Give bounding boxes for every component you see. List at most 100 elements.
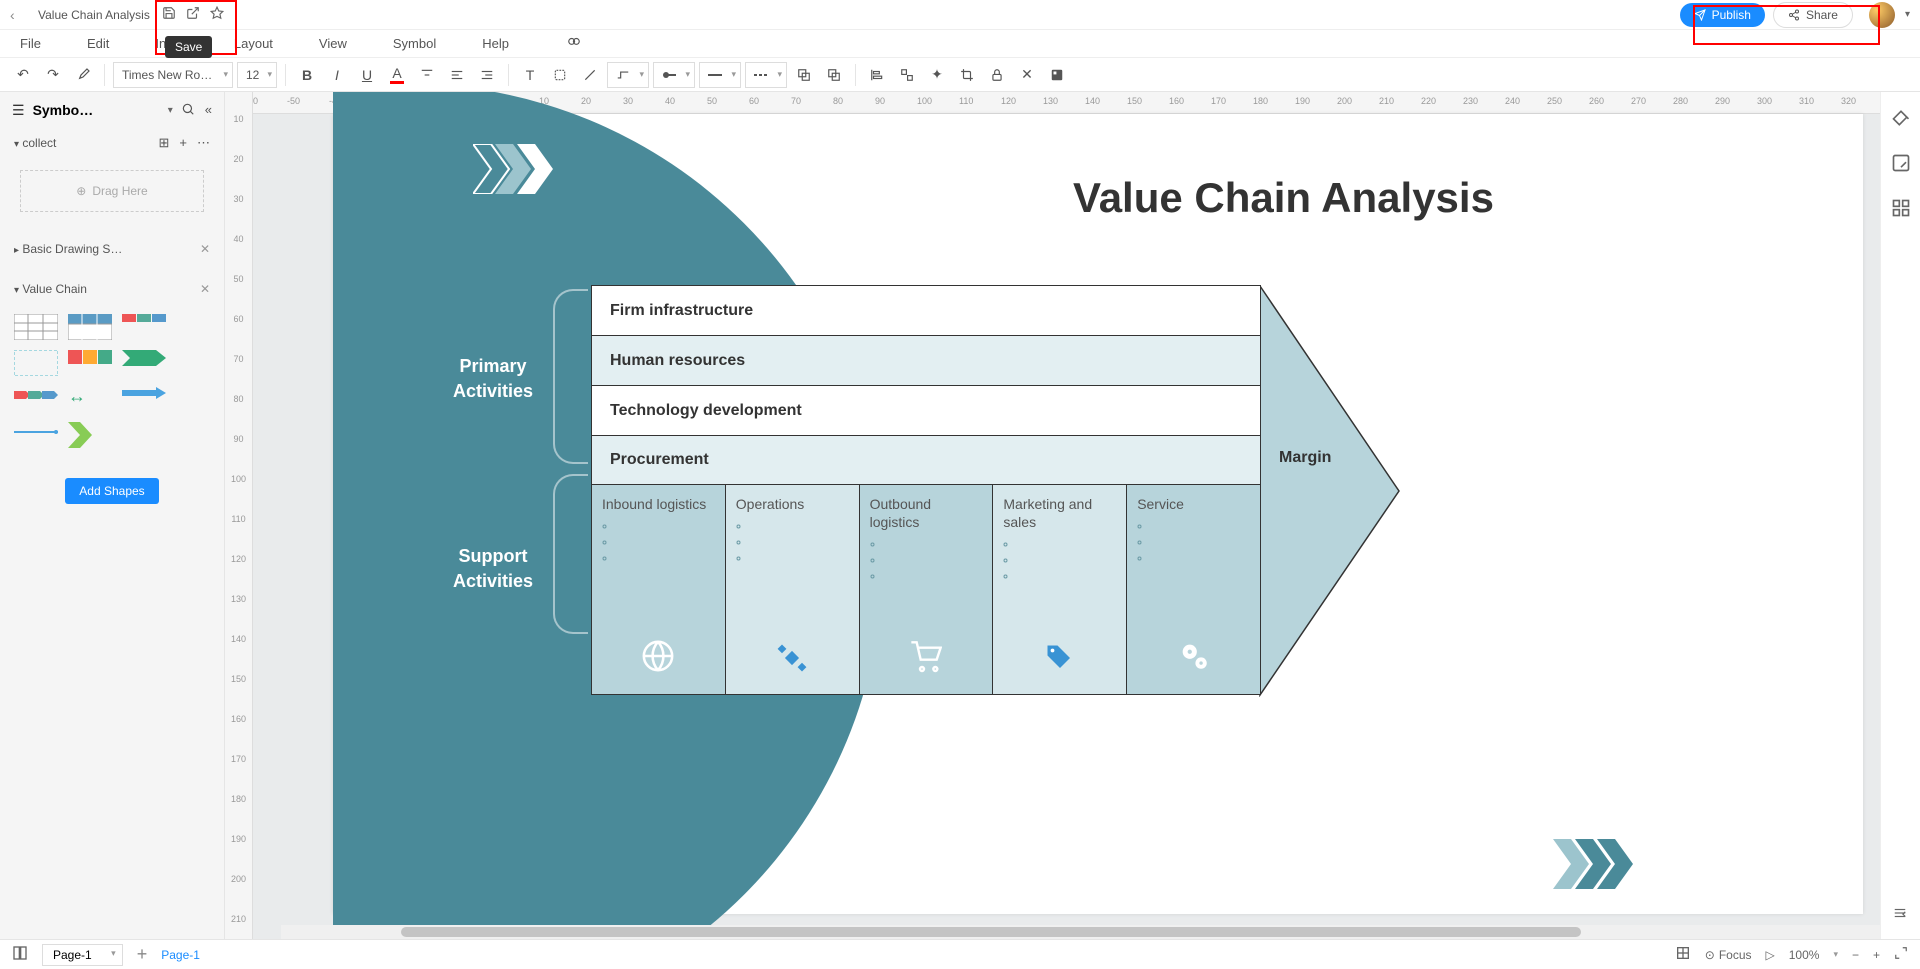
fill-panel-icon[interactable] [1891, 108, 1911, 133]
font-color-button[interactable]: A [384, 62, 410, 88]
plus-circle-icon: ⊕ [76, 184, 86, 198]
title-bar: ‹ Value Chain Analysis Publish Share ▾ [0, 0, 1920, 30]
col-operations-title: Operations [736, 495, 849, 513]
status-bar: Page-1 + Page-1 ⊙Focus ▷ 100% ▾ − + [0, 939, 1920, 969]
shape-arrow-1[interactable]: ↔ [68, 386, 112, 412]
menu-edit[interactable]: Edit [87, 36, 109, 51]
shape-table-4[interactable] [14, 350, 58, 376]
group-button[interactable] [894, 62, 920, 88]
menu-layout[interactable]: Layout [234, 36, 273, 51]
sidebar-collapse-icon[interactable]: « [205, 102, 212, 119]
font-select[interactable]: Times New Ro… [113, 62, 233, 88]
collect-label: collect [22, 136, 56, 150]
shape-table-1[interactable] [14, 314, 58, 340]
italic-button[interactable]: I [324, 62, 350, 88]
line-tool-button[interactable] [577, 62, 603, 88]
user-menu-caret[interactable]: ▾ [1905, 9, 1910, 20]
publish-button[interactable]: Publish [1680, 3, 1765, 27]
shape-bar-1[interactable] [68, 350, 112, 376]
collect-grid-icon[interactable]: ⊞ [159, 135, 170, 151]
shape-chevron-2[interactable] [14, 386, 58, 412]
sidebar-section-basic[interactable]: ▸ Basic Drawing S… ✕ [0, 234, 224, 264]
page-select[interactable]: Page-1 [42, 944, 123, 966]
font-size-select[interactable]: 12 [237, 62, 277, 88]
line-dash-select[interactable] [745, 62, 787, 88]
menu-view[interactable]: View [319, 36, 347, 51]
bold-button[interactable]: B [294, 62, 320, 88]
zoom-out-button[interactable]: − [1852, 948, 1859, 962]
menu-file[interactable]: File [20, 36, 41, 51]
send-back-button[interactable] [791, 62, 817, 88]
document-title: Value Chain Analysis [38, 8, 150, 22]
page-tab[interactable]: Page-1 [161, 948, 200, 962]
right-rail-collapse[interactable] [1880, 906, 1920, 925]
collect-more-icon[interactable]: ⋯ [197, 135, 210, 151]
grid-panel-icon[interactable] [1891, 198, 1911, 223]
sidebar: ☰ Symbo… ▾ « ▾ collect ⊞ + ⋯ ⊕ Drag Here… [0, 92, 225, 939]
add-page-button[interactable]: + [137, 944, 148, 965]
connector-select[interactable] [607, 62, 649, 88]
tag-icon [1045, 643, 1075, 680]
drag-here-area[interactable]: ⊕ Drag Here [20, 170, 204, 212]
fullscreen-icon[interactable] [1894, 946, 1908, 963]
section-valuechain-close[interactable]: ✕ [200, 282, 210, 296]
menu-search-icon[interactable] [565, 35, 583, 52]
diagram-columns: Inbound logistics Operations [591, 485, 1261, 695]
text-valign-button[interactable] [414, 62, 440, 88]
add-shapes-button[interactable]: Add Shapes [65, 478, 158, 504]
shape-arrow-2[interactable] [122, 386, 166, 412]
export-panel-icon[interactable] [1891, 153, 1911, 178]
bring-front-button[interactable] [821, 62, 847, 88]
crop-button[interactable] [954, 62, 980, 88]
export-icon[interactable] [186, 6, 200, 23]
pages-icon[interactable] [12, 945, 28, 964]
shape-chevron-1[interactable] [122, 350, 166, 376]
undo-button[interactable]: ↶ [10, 62, 36, 88]
format-painter-button[interactable] [70, 62, 96, 88]
canvas-page[interactable]: Value Chain Analysis Primary Activities … [333, 114, 1863, 914]
user-avatar[interactable] [1869, 2, 1895, 28]
share-button[interactable]: Share [1773, 2, 1853, 28]
shape-line-1[interactable] [14, 422, 58, 448]
zoom-in-button[interactable]: + [1873, 948, 1880, 962]
text-tool-button[interactable]: T [517, 62, 543, 88]
col-outbound: Outbound logistics [859, 485, 993, 695]
shape-chevron-big[interactable] [68, 422, 112, 448]
redo-button[interactable]: ↷ [40, 62, 66, 88]
presentation-icon[interactable]: ▷ [1766, 948, 1775, 962]
sidebar-dropdown-caret[interactable]: ▾ [168, 105, 173, 116]
collect-add-icon[interactable]: + [179, 135, 187, 151]
save-icon[interactable] [162, 6, 176, 23]
save-tooltip: Save [165, 36, 212, 58]
back-button[interactable]: ‹ [10, 7, 30, 23]
beautify-button[interactable]: ✦ [924, 62, 950, 88]
menu-help[interactable]: Help [482, 36, 509, 51]
align-button[interactable] [864, 62, 890, 88]
container-button[interactable] [1044, 62, 1070, 88]
shape-table-3[interactable] [122, 314, 166, 340]
lock-button[interactable] [984, 62, 1010, 88]
sidebar-section-valuechain[interactable]: ▾ Value Chain ✕ [0, 274, 224, 304]
text-indent-button[interactable] [474, 62, 500, 88]
zoom-level[interactable]: 100% [1789, 948, 1820, 962]
horizontal-scrollbar-thumb[interactable] [401, 927, 1581, 937]
focus-mode[interactable]: ⊙Focus [1705, 948, 1752, 962]
line-style-select[interactable] [699, 62, 741, 88]
section-basic-label: Basic Drawing S… [22, 242, 122, 256]
shape-table-2[interactable] [68, 314, 112, 340]
infinite-canvas-icon[interactable] [1675, 945, 1691, 964]
zoom-caret[interactable]: ▾ [1833, 949, 1838, 960]
tools-button[interactable]: ✕ [1014, 62, 1040, 88]
text-align-button[interactable] [444, 62, 470, 88]
menu-symbol[interactable]: Symbol [393, 36, 436, 51]
fill-button[interactable] [547, 62, 573, 88]
diagram-arrow-body: Firm infrastructure Human resources Tech… [591, 285, 1261, 695]
star-icon[interactable] [210, 6, 224, 23]
underline-button[interactable]: U [354, 62, 380, 88]
sidebar-collect-row[interactable]: ▾ collect ⊞ + ⋯ [0, 128, 224, 158]
sidebar-search-icon[interactable] [181, 102, 195, 119]
arrow-start-select[interactable] [653, 62, 695, 88]
section-basic-close[interactable]: ✕ [200, 242, 210, 256]
menu-bar: File Edit Insert Layout View Symbol Help [0, 30, 1920, 58]
horizontal-scrollbar[interactable] [281, 925, 1880, 939]
